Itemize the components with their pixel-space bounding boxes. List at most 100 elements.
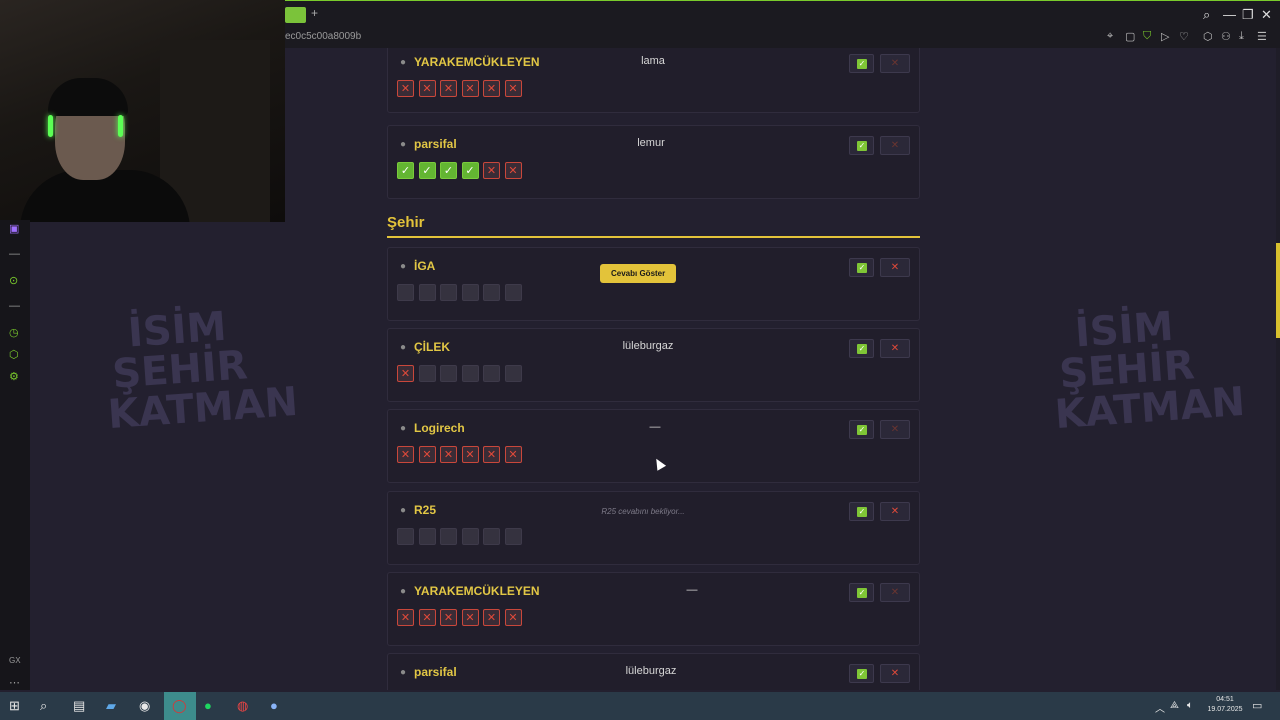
gx-icon[interactable]: GX [9, 656, 21, 665]
opera-gx-icon[interactable]: ◯ [172, 698, 187, 714]
user-icon: ● [400, 261, 407, 272]
menu-icon[interactable]: ☰ [1257, 30, 1267, 43]
player-answer: — [686, 584, 698, 596]
mark-wrong: ✕ [504, 80, 522, 97]
pin-icon[interactable]: ⌖ [1107, 30, 1113, 43]
mark-wrong: ✕ [397, 80, 414, 97]
user-icon: ● [400, 423, 407, 434]
twitch-icon[interactable]: ▣ [9, 222, 19, 235]
reject-button[interactable]: ✕ [880, 54, 910, 73]
player-icon[interactable]: ⊙ [9, 274, 18, 287]
reject-button[interactable]: ✕ [880, 583, 910, 602]
user-icon: ● [400, 139, 407, 150]
snapshot-icon[interactable]: ▢ [1125, 30, 1135, 43]
reject-button[interactable]: ✕ [880, 420, 910, 439]
reject-button[interactable]: ✕ [880, 136, 910, 155]
approve-button[interactable]: ✓ [849, 502, 874, 521]
mark-correct: ✓ [397, 162, 414, 179]
mark-wrong: ✕ [504, 609, 522, 626]
extensions-icon[interactable]: ⬡ [1203, 30, 1213, 43]
reveal-answer-button[interactable]: Cevabı Göster [600, 264, 677, 283]
close-icon[interactable]: ✕ [1261, 7, 1272, 23]
mark-correct: ✓ [440, 162, 457, 179]
mark-wrong: ✕ [483, 609, 500, 626]
player-answer: lüleburgaz [622, 340, 674, 352]
windows-start-icon[interactable]: ⊞ [9, 698, 20, 714]
new-tab-button[interactable]: + [311, 6, 318, 20]
history-icon[interactable]: ◷ [9, 326, 19, 339]
mark-wrong: ✕ [461, 80, 479, 97]
player-name: ÇİLEK [414, 340, 450, 354]
reject-button[interactable]: ✕ [880, 502, 910, 521]
page-scrollbar[interactable] [1276, 48, 1280, 690]
mark-wrong: ✕ [418, 80, 436, 97]
webcam-overlay [0, 0, 285, 222]
system-clock[interactable]: 04:51 19.07.2025 [1205, 695, 1245, 715]
chrome-icon[interactable]: ◍ [237, 698, 248, 714]
approve-button[interactable]: ✓ [849, 420, 874, 439]
approve-button[interactable]: ✓ [849, 664, 874, 683]
task-view-icon[interactable]: ▤ [73, 698, 85, 714]
restore-icon[interactable]: ❐ [1242, 7, 1254, 23]
mark-empty [440, 365, 457, 382]
shield-icon[interactable]: ⛉ [1143, 30, 1151, 43]
more-icon[interactable]: ⋯ [9, 676, 20, 689]
file-explorer-icon[interactable]: ▰ [106, 698, 116, 714]
player-name: R25 [414, 503, 437, 517]
volume-icon[interactable]: 🔈︎ [1187, 700, 1193, 711]
search-icon[interactable]: ⌕ [40, 698, 47, 714]
mark-empty [440, 528, 457, 545]
mark-wrong: ✕ [504, 162, 522, 179]
mark-empty [504, 365, 522, 382]
player-card: ● YARAKEMCÜKLEYEN lama ✓ ✕ ✕ ✕ ✕ ✕ ✕ ✕ [387, 48, 920, 113]
check-icon: ✓ [857, 507, 867, 517]
minimize-icon[interactable]: — [1223, 7, 1236, 22]
active-tab[interactable] [285, 7, 306, 23]
app-icon[interactable]: ● [270, 698, 278, 713]
account-icon[interactable]: ⚇ [1221, 30, 1231, 43]
score-marks: ✕ ✕ ✕ ✕ ✕ ✕ [397, 446, 526, 464]
chevron-up-icon[interactable]: ︿ [1155, 700, 1165, 715]
player-card: ● parsifal lemur ✓ ✕ ✓ ✓ ✓ ✓ ✕ ✕ [387, 125, 920, 199]
check-icon: ✓ [857, 344, 867, 354]
check-icon: ✓ [857, 588, 867, 598]
mark-wrong: ✕ [483, 80, 500, 97]
player-name: YARAKEMCÜKLEYEN [414, 584, 540, 598]
extensions-sidebar-icon[interactable]: ⬡ [9, 348, 19, 361]
player-name: Logirech [414, 421, 465, 435]
mark-empty [461, 528, 479, 545]
reject-button[interactable]: ✕ [880, 258, 910, 277]
check-icon: ✓ [857, 141, 867, 151]
check-icon: ✓ [857, 59, 867, 69]
player-answer: lemur [637, 137, 665, 149]
reject-button[interactable]: ✕ [880, 339, 910, 358]
url-text[interactable]: ec0c5c00a8009b [285, 31, 361, 42]
sidebar-divider-icon: — [9, 248, 20, 260]
user-icon: ● [400, 505, 407, 516]
mark-correct: ✓ [461, 162, 479, 179]
approve-button[interactable]: ✓ [849, 136, 874, 155]
webcam-person-cap [48, 78, 128, 116]
spotify-icon[interactable]: ● [204, 698, 212, 713]
approve-button[interactable]: ✓ [849, 339, 874, 358]
approve-button[interactable]: ✓ [849, 583, 874, 602]
mark-wrong: ✕ [397, 609, 414, 626]
reject-button[interactable]: ✕ [880, 664, 910, 683]
obs-icon[interactable]: ◉ [139, 698, 150, 714]
approve-button[interactable]: ✓ [849, 54, 874, 73]
mark-wrong: ✕ [504, 446, 522, 463]
download-icon[interactable]: ⤓ [1239, 30, 1244, 43]
user-icon: ● [400, 667, 407, 678]
score-marks: ✕ ✕ ✕ ✕ ✕ ✕ [397, 609, 526, 627]
search-tabs-icon[interactable]: ⌕ [1203, 7, 1210, 23]
scrollbar-thumb[interactable] [1276, 243, 1280, 338]
approve-button[interactable]: ✓ [849, 258, 874, 277]
network-icon[interactable]: ⟁ [1170, 700, 1179, 711]
mark-wrong: ✕ [397, 446, 414, 463]
settings-icon[interactable]: ⚙ [9, 370, 19, 383]
heart-icon[interactable]: ♡ [1179, 30, 1189, 43]
address-bar[interactable]: ec0c5c00a8009b ⌖ ▢ ⛉ ▷ ♡ ⬡ ⚇ ⤓ ☰ [285, 28, 1280, 48]
notifications-icon[interactable]: ▭ [1252, 699, 1262, 712]
play-icon[interactable]: ▷ [1161, 30, 1169, 43]
player-answer: — [649, 421, 661, 433]
